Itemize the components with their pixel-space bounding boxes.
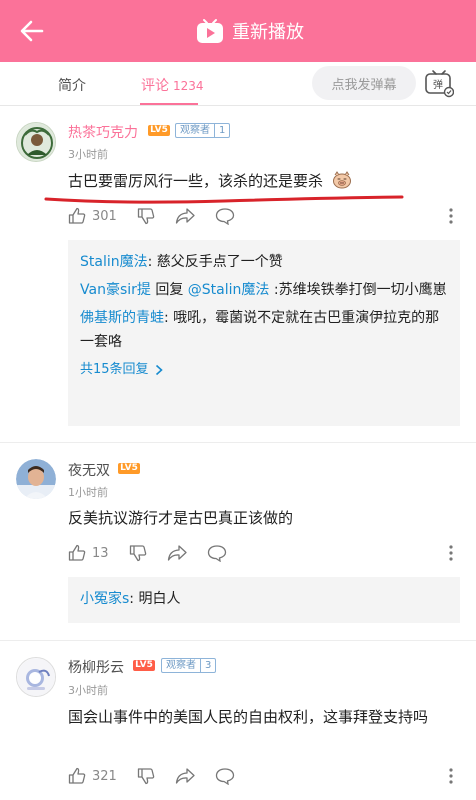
- username[interactable]: 热茶巧克力: [68, 122, 138, 142]
- reply-item[interactable]: Van豪sir提 回复 @Stalin魔法 :苏维埃铁拳打倒一切小鹰崽: [80, 278, 448, 302]
- comment-actions: 321: [68, 765, 255, 787]
- share-button[interactable]: [175, 767, 195, 785]
- dislike-button[interactable]: [137, 207, 155, 225]
- reply-username[interactable]: 小冤家s: [80, 591, 129, 607]
- more-options-icon[interactable]: [448, 766, 454, 786]
- danmaku-toggle-label: 弹: [433, 78, 443, 91]
- comment-text: 国会山事件中的美国人民的自由权利，这事拜登支持吗: [68, 708, 429, 726]
- reply-text: 明白人: [138, 591, 181, 607]
- reply-separator: :: [269, 282, 279, 298]
- comment-text: 古巴要雷厉风行一些，该杀的还是要杀: [68, 172, 324, 190]
- reply-button[interactable]: [215, 207, 235, 225]
- reply-box: Stalin魔法: 慈父反手点了一个赞 Van豪sir提 回复 @Stalin魔…: [68, 240, 460, 426]
- share-icon: [175, 768, 195, 784]
- tab-comments[interactable]: 评论 1234: [141, 75, 204, 95]
- like-button[interactable]: 301: [68, 207, 117, 225]
- comment-actions: 301: [68, 205, 255, 227]
- chat-bubble-icon: [215, 208, 234, 225]
- tab-comments-label: 评论: [141, 78, 169, 94]
- more-options-icon[interactable]: [448, 206, 454, 226]
- reply-username[interactable]: Stalin魔法: [80, 254, 148, 270]
- username[interactable]: 杨柳彤云: [68, 657, 124, 677]
- more-options-icon[interactable]: [448, 543, 454, 563]
- reply-separator: :: [164, 310, 174, 326]
- like-count: 13: [92, 545, 109, 561]
- chat-bubble-icon: [207, 545, 226, 562]
- badge-num: 3: [200, 659, 215, 672]
- avatar[interactable]: [16, 459, 56, 499]
- level-badge: LV5: [118, 463, 140, 474]
- thumbs-down-icon: [137, 208, 155, 225]
- danmaku-toggle-icon[interactable]: 弹: [424, 68, 454, 98]
- reply-box: 小冤家s: 明白人: [68, 577, 460, 623]
- badge-num: 1: [214, 124, 229, 137]
- tab-intro-label: 简介: [58, 78, 86, 94]
- tv-play-icon: [197, 19, 223, 43]
- comment-time: 1小时前: [68, 486, 108, 499]
- avatar[interactable]: [16, 657, 56, 697]
- comment-time: 3小时前: [68, 684, 108, 697]
- avatar-image-icon: [16, 459, 56, 499]
- thumbs-up-icon: [68, 767, 86, 784]
- dislike-button[interactable]: [137, 767, 155, 785]
- share-icon: [167, 545, 187, 561]
- thumbs-up-icon: [68, 207, 86, 224]
- like-count: 321: [92, 768, 117, 784]
- comment-text: 反美抗议游行才是古巴真正该做的: [68, 509, 294, 527]
- reply-to-label: 回复: [150, 282, 188, 298]
- back-arrow-icon[interactable]: [18, 17, 46, 45]
- replay-button[interactable]: 重新播放: [196, 16, 304, 46]
- thumbs-down-icon: [129, 545, 146, 562]
- comment-actions: 13: [68, 542, 247, 564]
- badge-label: 观察者: [180, 125, 210, 136]
- avatar[interactable]: [16, 122, 56, 162]
- share-button[interactable]: [167, 544, 187, 562]
- reply-button[interactable]: [207, 544, 227, 562]
- reply-item[interactable]: Stalin魔法: 慈父反手点了一个赞: [80, 250, 448, 274]
- level-badge: LV5: [148, 125, 170, 136]
- reply-username[interactable]: Van豪sir提: [80, 282, 151, 298]
- thumbs-down-icon: [137, 768, 155, 785]
- comment-divider: [0, 640, 476, 641]
- like-button[interactable]: 321: [68, 767, 117, 785]
- like-button[interactable]: 13: [68, 544, 109, 562]
- reply-item[interactable]: 小冤家s: 明白人: [80, 587, 448, 611]
- reply-button[interactable]: [215, 767, 235, 785]
- danmaku-input[interactable]: 点我发弹幕: [312, 66, 416, 100]
- avatar-image-icon: [17, 658, 55, 696]
- comments-count: 1234: [173, 79, 204, 93]
- like-count: 301: [92, 208, 117, 224]
- share-icon: [175, 208, 195, 224]
- reply-text: 慈父反手点了一个赞: [156, 254, 283, 270]
- top-bar: 重新播放: [0, 0, 476, 62]
- observer-badge: 观察者 1: [175, 123, 231, 138]
- replay-label: 重新播放: [232, 22, 304, 43]
- comment-time: 3小时前: [68, 148, 108, 161]
- level-badge: LV5: [133, 660, 155, 671]
- dislike-button[interactable]: [129, 544, 147, 562]
- avatar-image-icon: [17, 123, 55, 161]
- pig-face-emoji-icon: [332, 171, 351, 189]
- reply-mention[interactable]: @Stalin魔法: [188, 282, 270, 298]
- observer-badge: 观察者 3: [161, 658, 217, 673]
- tab-intro[interactable]: 简介: [58, 75, 86, 95]
- danmaku-placeholder: 点我发弹幕: [331, 77, 397, 93]
- comment-text-row: 古巴要雷厉风行一些，该杀的还是要杀: [68, 168, 460, 194]
- view-more-replies-link[interactable]: 共15条回复: [80, 358, 448, 382]
- comment-divider: [0, 442, 476, 443]
- thumbs-up-icon: [68, 544, 86, 561]
- share-button[interactable]: [175, 207, 195, 225]
- chat-bubble-icon: [215, 768, 234, 785]
- username[interactable]: 夜无双: [68, 460, 110, 480]
- reply-username[interactable]: 佛基斯的青蛙: [80, 310, 164, 326]
- reply-text: 苏维埃铁拳打倒一切小鹰崽: [278, 282, 447, 298]
- reply-separator: :: [147, 254, 157, 270]
- chevron-right-icon: [155, 364, 163, 376]
- reply-item[interactable]: 佛基斯的青蛙: 哦吼，霉菌说不定就在古巴重演伊拉克的那一套咯: [80, 306, 448, 354]
- badge-label: 观察者: [166, 660, 196, 671]
- view-more-label: 共15条回复: [80, 362, 149, 377]
- active-tab-indicator: [140, 103, 198, 105]
